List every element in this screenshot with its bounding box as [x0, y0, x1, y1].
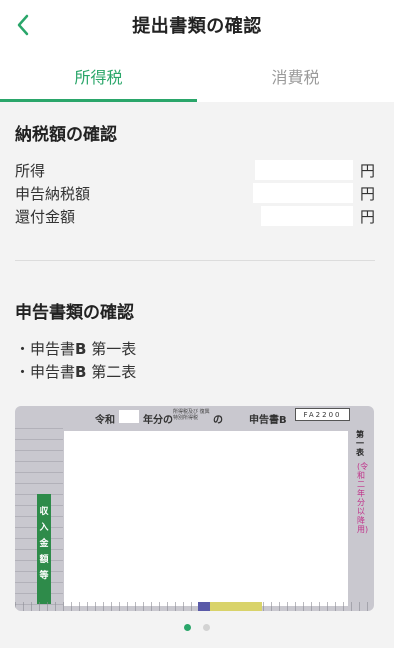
- page-title: 提出書類の確認: [132, 16, 262, 37]
- carousel-pagination: [0, 624, 394, 634]
- form-title: 申告書B: [249, 415, 287, 426]
- doc-item-suffix: 第一表: [86, 340, 137, 358]
- form-particle: の: [213, 415, 223, 426]
- chevron-left-icon: [17, 14, 29, 36]
- main-content: 納税額の確認 所得 円 申告納税額 円 還付金額 円 申告書類の確認 ・申告書B…: [0, 102, 394, 648]
- refund-label: 還付金額: [15, 207, 76, 226]
- income-value-redacted: [255, 160, 353, 180]
- refund-value-redacted: [261, 206, 353, 226]
- refund-row: 還付金額 円: [15, 204, 375, 228]
- section-divider: [15, 260, 375, 261]
- doc-item-suffix: 第二表: [86, 363, 137, 381]
- form-reiwa-label: 令和: [95, 415, 115, 426]
- doc-item-prefix: ・申告書: [15, 363, 76, 381]
- form-year-suffix: 年分の: [143, 415, 173, 426]
- back-button[interactable]: [6, 9, 40, 41]
- form-code-box: FA2200: [295, 408, 350, 421]
- income-label: 所得: [15, 161, 46, 180]
- income-unit: 円: [359, 162, 375, 180]
- tab-income-tax[interactable]: 所得税: [0, 50, 197, 102]
- pagination-dot-1[interactable]: [184, 624, 191, 631]
- document-item-second-table[interactable]: ・申告書B 第二表: [15, 361, 136, 382]
- documents-section-title: 申告書類の確認: [15, 303, 134, 323]
- tax-payable-row: 申告納税額 円: [15, 181, 375, 205]
- form-edition-label: (令和二年分以降用): [357, 462, 369, 534]
- form-tax-type-text: 所得税及び 復興特別所得税: [173, 409, 210, 421]
- form-year-redacted: [119, 410, 139, 423]
- form-income-label: 収入金額等: [39, 507, 49, 581]
- form-income-column: 収入金額等: [37, 494, 51, 604]
- tax-payable-label: 申告納税額: [15, 184, 91, 203]
- doc-item-form-letter: B: [75, 340, 87, 358]
- pagination-dot-2[interactable]: [203, 624, 210, 631]
- income-row: 所得 円: [15, 158, 375, 182]
- form-right-margin: 第一表 (令和二年分以降用): [354, 428, 372, 608]
- document-item-first-table[interactable]: ・申告書B 第一表: [15, 338, 136, 359]
- tax-amount-section-title: 納税額の確認: [15, 125, 117, 145]
- app-header: 提出書類の確認: [0, 0, 394, 50]
- form-bottom-grid: [15, 602, 374, 611]
- refund-unit: 円: [359, 208, 375, 226]
- form-header: 令和 年分の 所得税及び 復興特別所得税 の 申告書B FA2200: [15, 406, 374, 428]
- doc-item-form-letter: B: [75, 363, 87, 381]
- tax-payable-value-redacted: [253, 183, 353, 203]
- document-preview-card[interactable]: 令和 年分の 所得税及び 復興特別所得税 の 申告書B FA2200 収入金額等…: [15, 406, 374, 611]
- tab-bar: 所得税 消費税: [0, 50, 394, 102]
- form-bottom-marker: [198, 602, 210, 611]
- tab-consumption-tax[interactable]: 消費税: [197, 50, 394, 102]
- doc-item-prefix: ・申告書: [15, 340, 76, 358]
- form-sheet-label: 第一表: [356, 430, 364, 457]
- tax-payable-unit: 円: [359, 185, 375, 203]
- form-redacted-area: [64, 431, 348, 606]
